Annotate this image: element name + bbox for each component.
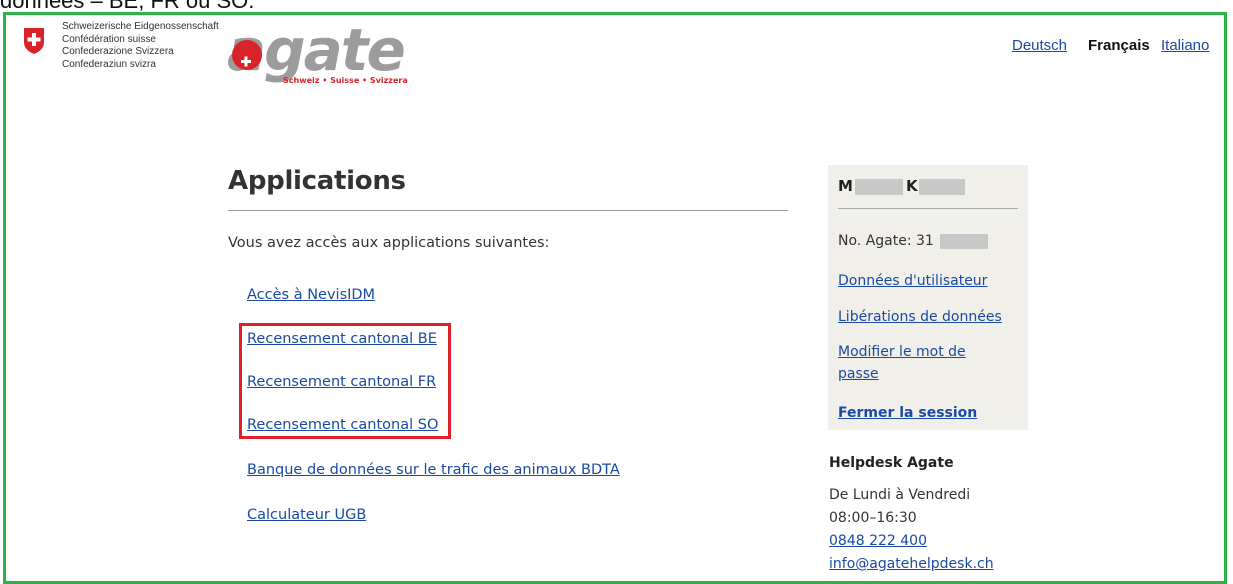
- app-link-nevisidm[interactable]: Accès à NevisIDM: [247, 287, 375, 303]
- confed-it: Confederazione Svizzera: [62, 46, 174, 57]
- intro-text: Vous avez accès aux applications suivant…: [228, 235, 550, 251]
- logout-link[interactable]: Fermer la session: [838, 402, 977, 424]
- confed-fr: Confédération suisse: [62, 33, 156, 45]
- change-password-link-cont[interactable]: passe: [838, 363, 879, 385]
- user-name-initial-2: K: [906, 177, 918, 195]
- helpdesk-days: De Lundi à Vendredi: [829, 487, 971, 503]
- highlight-annotation-box: [239, 323, 451, 439]
- change-password-link[interactable]: Modifier le mot de: [838, 341, 966, 363]
- redacted-firstname: [855, 179, 903, 195]
- helpdesk-phone-link[interactable]: 0848 222 400: [829, 533, 927, 549]
- redacted-lastname: [919, 179, 965, 195]
- lang-italiano-link[interactable]: Italiano: [1161, 37, 1209, 54]
- user-data-link[interactable]: Données d'utilisateur: [838, 270, 987, 292]
- app-link-calculateur-ugb[interactable]: Calculateur UGB: [247, 507, 366, 523]
- page-title: Applications: [228, 166, 406, 196]
- swiss-flag-icon: [24, 28, 44, 54]
- agate-logo[interactable]: agate a Schweiz • Suisse • Svizzera: [225, 20, 425, 86]
- helpdesk-email-link[interactable]: info@agatehelpdesk.ch: [829, 556, 994, 572]
- data-releases-link[interactable]: Libérations de données: [838, 306, 1002, 328]
- helpdesk-title: Helpdesk Agate: [829, 455, 954, 471]
- user-panel-divider: [838, 208, 1018, 209]
- user-name-initial-1: M: [838, 177, 853, 195]
- browser-frame: [3, 12, 1227, 584]
- agate-number: No. Agate: 31: [838, 233, 934, 249]
- lang-francais-current: Français: [1088, 37, 1150, 54]
- confed-rm: Confederaziun svizra: [62, 58, 156, 70]
- user-panel: M K No. Agate: 31 Données d'utilisateur …: [828, 165, 1028, 430]
- redacted-agate-number: [940, 234, 988, 249]
- confed-de: Schweizerische Eidgenossenschaft: [62, 21, 219, 32]
- helpdesk-hours: 08:00–16:30: [829, 510, 917, 526]
- title-divider: [228, 210, 788, 211]
- lang-deutsch-link[interactable]: Deutsch: [1012, 37, 1067, 54]
- agate-tagline: Schweiz • Suisse • Svizzera: [283, 76, 408, 85]
- app-link-bdta[interactable]: Banque de données sur le trafic des anim…: [247, 462, 620, 478]
- confederation-names: Schweizerische Eidgenossenschaft Confédé…: [62, 21, 230, 71]
